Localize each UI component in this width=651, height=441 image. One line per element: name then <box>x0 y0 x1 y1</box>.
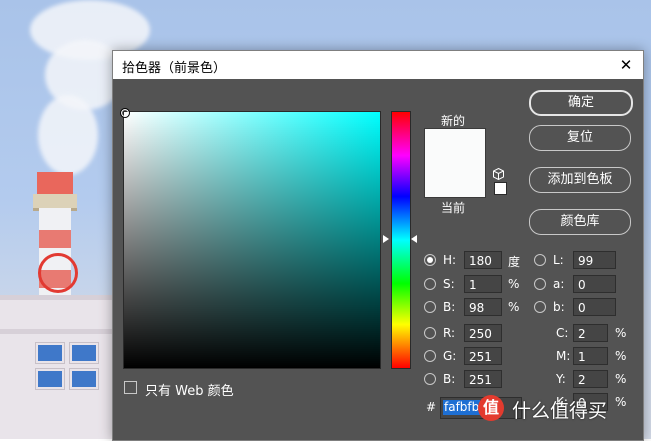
radio-r[interactable] <box>424 327 436 339</box>
c-unit: % <box>615 326 627 340</box>
radio-a[interactable] <box>534 278 546 290</box>
lab-b-label: b: <box>553 300 565 314</box>
s-unit: % <box>508 277 520 291</box>
radio-l[interactable] <box>534 254 546 266</box>
close-button[interactable]: ✕ <box>609 51 643 79</box>
hue-slider-handle-left[interactable] <box>383 235 389 243</box>
y-unit: % <box>615 372 627 386</box>
y-input[interactable]: 2 <box>573 370 608 388</box>
radio-s[interactable] <box>424 278 436 290</box>
h-unit: 度 <box>508 255 521 269</box>
a-label: a: <box>553 277 565 291</box>
hue-slider-handle-right[interactable] <box>411 235 417 243</box>
hex-value: fafbfb <box>443 400 481 415</box>
color-preview-swatch[interactable] <box>424 128 486 198</box>
r-label: R: <box>443 326 456 340</box>
color-field[interactable] <box>120 108 381 369</box>
m-input[interactable]: 1 <box>573 347 608 365</box>
radio-h[interactable] <box>424 254 436 266</box>
c-input[interactable]: 2 <box>573 324 608 342</box>
m-label: M: <box>556 349 571 363</box>
a-input[interactable]: 0 <box>573 275 616 293</box>
new-label: 新的 <box>441 114 466 128</box>
dialog-title: 拾色器（前景色） <box>122 61 227 76</box>
lab-b-input[interactable]: 0 <box>573 298 616 316</box>
rgb-b-input[interactable]: 251 <box>464 370 502 388</box>
building <box>0 295 120 439</box>
color-field-marker[interactable] <box>120 108 130 118</box>
radio-lab-b[interactable] <box>534 301 546 313</box>
y-label: Y: <box>556 372 566 386</box>
l-input[interactable]: 99 <box>573 251 616 269</box>
smoke-cloud <box>38 95 98 175</box>
radio-b[interactable] <box>424 301 436 313</box>
cube-icon[interactable] <box>493 167 504 183</box>
g-label: G: <box>443 349 457 363</box>
h-label: H: <box>443 253 457 267</box>
color-library-button[interactable]: 颜色库 <box>529 209 631 235</box>
reset-button[interactable]: 复位 <box>529 125 631 151</box>
hue-slider[interactable] <box>391 111 411 369</box>
current-label: 当前 <box>441 201 466 215</box>
web-safe-swatch[interactable] <box>494 182 507 195</box>
add-to-swatches-button[interactable]: 添加到色板 <box>529 167 631 193</box>
c-label: C: <box>556 326 569 340</box>
watermark-text: 什么值得买 <box>512 400 608 422</box>
m-unit: % <box>615 349 627 363</box>
l-label: L: <box>553 253 564 267</box>
b-unit: % <box>508 300 520 314</box>
s-input[interactable]: 1 <box>464 275 502 293</box>
radio-g[interactable] <box>424 350 436 362</box>
b-label: B: <box>443 300 456 314</box>
ok-button[interactable]: 确定 <box>529 90 633 116</box>
title-bar[interactable]: 拾色器（前景色） ✕ <box>113 51 643 79</box>
annotation-circle <box>38 253 78 293</box>
r-input[interactable]: 250 <box>464 324 502 342</box>
watermark-logo: 值 <box>478 395 504 421</box>
g-input[interactable]: 251 <box>464 347 502 365</box>
web-only-label: 只有 Web 颜色 <box>145 384 234 399</box>
rgb-b-label: B: <box>443 372 456 386</box>
hex-hash: # <box>426 400 437 414</box>
b-input[interactable]: 98 <box>464 298 502 316</box>
s-label: S: <box>443 277 455 291</box>
color-picker-dialog: 拾色器（前景色） ✕ 新的 当前 确定 复位 添加到色板 颜色库 H: 180 … <box>112 50 644 441</box>
k-unit: % <box>615 395 627 409</box>
h-input[interactable]: 180 <box>464 251 502 269</box>
radio-rgb-b[interactable] <box>424 373 436 385</box>
web-only-checkbox[interactable] <box>124 381 137 394</box>
